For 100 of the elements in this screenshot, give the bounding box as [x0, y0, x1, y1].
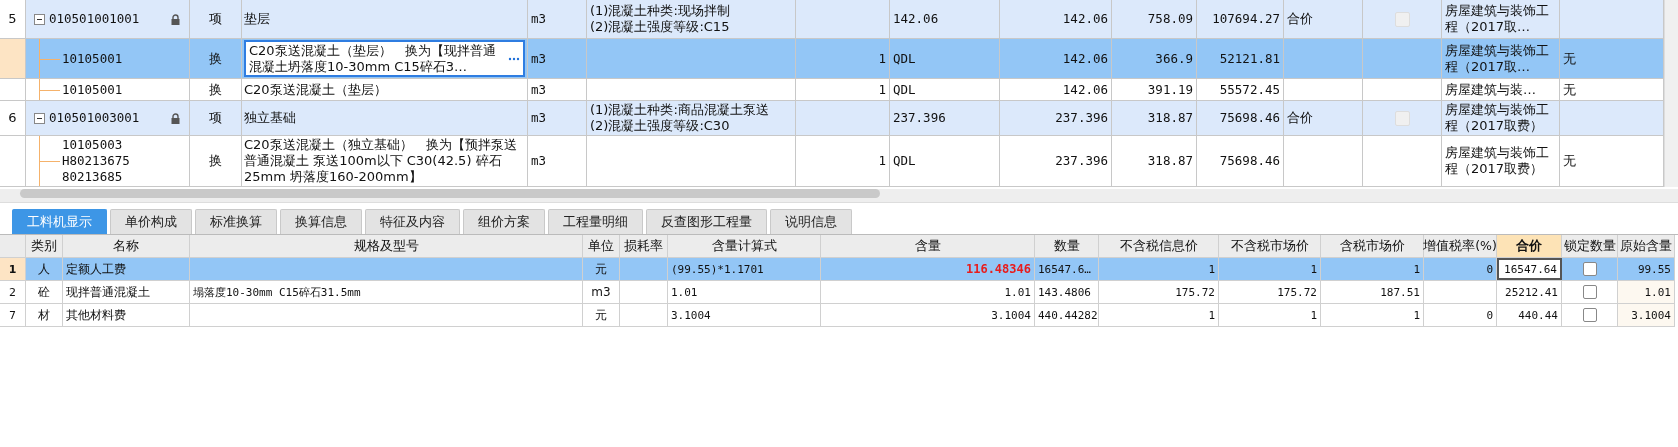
- flag-value: 无: [1563, 50, 1576, 67]
- column-header[interactable]: 不含税市场价: [1219, 235, 1321, 257]
- flag-value: 无: [1563, 81, 1576, 98]
- quantity-expression: QDL: [893, 153, 916, 169]
- unit: m3: [531, 11, 547, 27]
- horizontal-scrollbar[interactable]: [0, 189, 1678, 203]
- price-mode: 合价: [1287, 11, 1313, 27]
- item-name: 独立基础: [244, 110, 296, 126]
- column-header[interactable]: 单位: [583, 235, 620, 257]
- table-cell: 1.01: [1004, 285, 1031, 299]
- column-header[interactable]: 规格及型号: [190, 235, 583, 257]
- table-cell: 16547.6…: [1038, 262, 1091, 276]
- table-cell: 1: [1208, 308, 1215, 322]
- total-price: 52121.81: [1219, 50, 1280, 67]
- table-cell: 16547.64: [1504, 262, 1557, 276]
- item-type: 换: [209, 153, 222, 169]
- column-header[interactable]: 不含税信息价: [1099, 235, 1219, 257]
- item-features: (1)混凝土种类:现场拌制 (2)混凝土强度等级:C15: [590, 3, 730, 35]
- table-cell: 塌落度10-30mm C15碎石31.5mm: [193, 284, 361, 300]
- content-value: 1: [878, 81, 886, 98]
- table-cell: 元: [595, 260, 607, 278]
- table-cell: 143.4806: [1038, 285, 1091, 299]
- table-cell: 1: [1310, 308, 1317, 322]
- table-cell: 1: [1413, 308, 1420, 322]
- table-row[interactable]: 1 人 定额人工费 元 (99.55)*1.1701 116.48346 16547.6… 1 1 1 0 16547.64 99.55: [0, 258, 1675, 281]
- unit-price: 391.19: [1147, 81, 1193, 98]
- table-row[interactable]: 7 材 其他材料费 元 3.1004 3.1004 440.44282 1 1 1 0 440.44 3.1004: [0, 304, 1675, 327]
- column-header[interactable]: 锁定数量: [1562, 235, 1618, 257]
- quantity-expression: QDL: [893, 81, 916, 98]
- content-value: 1: [878, 50, 886, 67]
- column-header[interactable]: 原始含量: [1618, 235, 1675, 257]
- table-cell: 现拌普通混凝土: [66, 283, 150, 301]
- column-header[interactable]: 含量计算式: [668, 235, 821, 257]
- table-row[interactable]: 10105001 换 C20泵送混凝土（垫层） m3 1 QDL 142.06 391.19 55572.45 房屋建筑与装… 无: [0, 79, 1664, 101]
- collapse-icon[interactable]: [34, 13, 45, 25]
- table-row[interactable]: 6 010501003001 项 独立基础 m3 (1)混凝土种类:商品混凝土泵送 (2)混凝土强度等级:C30 237.396 237.396 318.87 75698.46 合价 房屋建筑与装饰工程（2017取费）: [0, 101, 1664, 136]
- checkbox[interactable]: [1582, 308, 1597, 322]
- column-header[interactable]: 含量: [821, 235, 1035, 257]
- table-cell: 0: [1486, 308, 1493, 322]
- column-header[interactable]: 含税市场价: [1321, 235, 1424, 257]
- table-cell: 砼: [38, 283, 50, 301]
- table-cell: 元: [595, 306, 607, 324]
- table-cell: 3.1004: [991, 308, 1031, 322]
- fee-category: 房屋建筑与装饰工程（2017取…: [1445, 3, 1550, 35]
- column-header[interactable]: 合价: [1497, 235, 1562, 257]
- table-row[interactable]: 2 砼 现拌普通混凝土 塌落度10-30mm C15碎石31.5mm m3 1.01 1.01 143.4806 175.72 175.72 187.51 25212.41 1.01: [0, 281, 1675, 304]
- unit: m3: [531, 153, 547, 169]
- tab[interactable]: 组价方案: [463, 209, 545, 234]
- item-code: 10105001: [62, 50, 124, 67]
- quantity-value: 142.06: [1062, 81, 1108, 98]
- unit-price: 758.09: [1147, 11, 1193, 27]
- table-cell: 1: [1208, 262, 1215, 276]
- table-cell: 99.55: [1637, 262, 1671, 276]
- table-cell: 116.48346: [965, 262, 1031, 276]
- table-cell: 其他材料费: [66, 306, 126, 324]
- table-row[interactable]: 5 010501001001 项 垫层 m3 (1)混凝土种类:现场拌制 (2)混凝土强度等级:C15 142.06 142.06 758.09 107694.27 合价 房屋建筑与装饰工程（2017取…: [0, 0, 1664, 39]
- table-cell: 175.72: [1277, 285, 1317, 299]
- column-header[interactable]: 数量: [1035, 235, 1099, 257]
- item-type: 换: [209, 50, 222, 67]
- fee-category: 房屋建筑与装饰工程（2017取费）: [1445, 102, 1550, 134]
- row-header[interactable]: 6: [0, 101, 26, 135]
- more-icon[interactable]: [508, 56, 520, 61]
- table-row[interactable]: 10105001 换 C20泵送混凝土（垫层） 换为【现拌普通混凝土坍落度10-30mm C15碎石3… m3 1 QDL 142.06 366.9 52121.81 房屋建筑与装饰工程（2017取… 无: [0, 39, 1664, 79]
- unit: m3: [531, 81, 547, 98]
- table-cell: 175.72: [1175, 285, 1215, 299]
- column-header[interactable]: 类别: [26, 235, 63, 257]
- table-cell: 187.51: [1380, 285, 1420, 299]
- tab[interactable]: 单价构成: [110, 209, 192, 234]
- price-mode: 合价: [1287, 110, 1313, 126]
- item-type: 项: [209, 110, 222, 126]
- table-row[interactable]: 10105003 H80213675 80213685 换 C20泵送混凝土（独立基础） 换为【预拌泵送普通混凝土 泵送100m以下 C30(42.5) 碎石25mm 坍落度160-200mm】 m3 1 QDL 237.396 318.87 75698.46 房屋建筑与装饰工程（2017取费） 无: [0, 136, 1664, 187]
- item-code: 10105003 H80213675 80213685: [62, 137, 131, 185]
- content-value: 1: [878, 153, 886, 169]
- vertical-scrollbar[interactable]: [1664, 0, 1678, 187]
- collapse-icon[interactable]: [34, 112, 45, 124]
- row-header[interactable]: [0, 39, 26, 78]
- total-price: 75698.46: [1219, 110, 1280, 126]
- item-code: 010501003001: [49, 110, 141, 126]
- table-cell: 1.01: [1644, 285, 1671, 299]
- item-name: 垫层: [244, 11, 270, 27]
- unit-price: 318.87: [1147, 153, 1193, 169]
- table-cell: 定额人工费: [66, 260, 126, 278]
- row-header[interactable]: 5: [0, 0, 26, 38]
- checkbox[interactable]: [1582, 285, 1597, 299]
- tab[interactable]: 说明信息: [770, 209, 852, 234]
- column-header[interactable]: 损耗率: [620, 235, 668, 257]
- table-cell: 1: [1413, 262, 1420, 276]
- tab[interactable]: 工程量明细: [548, 209, 643, 234]
- fee-category: 房屋建筑与装饰工程（2017取费）: [1445, 145, 1550, 177]
- tab[interactable]: 标准换算: [195, 209, 277, 234]
- name-field[interactable]: C20泵送混凝土（垫层） 换为【现拌普通混凝土坍落度10-30mm C15碎石3…: [244, 40, 525, 77]
- checkbox[interactable]: [1582, 262, 1597, 276]
- table-cell: 3.1004: [671, 308, 711, 322]
- column-header[interactable]: 名称: [63, 235, 190, 257]
- tab[interactable]: 反查图形工程量: [646, 209, 767, 234]
- item-type: 项: [209, 11, 222, 27]
- table-cell: 0: [1486, 262, 1493, 276]
- tab[interactable]: 特征及内容: [365, 209, 460, 234]
- row-header[interactable]: 1: [0, 258, 26, 280]
- tab[interactable]: 换算信息: [280, 209, 362, 234]
